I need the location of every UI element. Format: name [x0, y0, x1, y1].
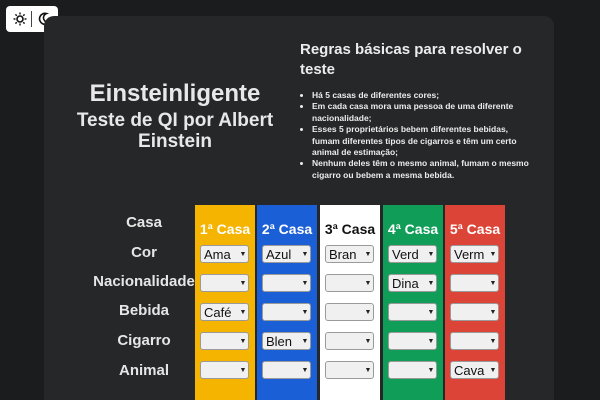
chevron-down-icon: ▼: [489, 337, 497, 345]
cigarro-select[interactable]: ▼: [325, 332, 374, 350]
house-column-4: 4ª Casa Verd ▼ Dina ▼ ▼ ▼ ▼: [383, 205, 443, 400]
house-column-5: 5ª Casa Verm ▼ ▼ ▼ ▼ Cava ▼: [445, 205, 505, 400]
select-value: Cava: [454, 362, 485, 378]
house-label: 3ª Casa: [324, 221, 376, 237]
sun-icon[interactable]: [12, 11, 28, 27]
select-value: Verm: [454, 246, 485, 262]
chevron-down-icon: ▼: [427, 337, 435, 345]
row-label-nacionalidade: Nacionalidade: [93, 273, 195, 290]
select-value: Bran: [329, 246, 357, 262]
bebida-select[interactable]: Café ▼: [200, 303, 249, 321]
house-column-1: 1ª Casa Ama ▼ ▼ Café ▼ ▼ ▼: [195, 205, 255, 400]
row-label-casa: Casa: [126, 214, 162, 231]
rule-item: Há 5 casas de diferentes cores;: [312, 90, 530, 101]
chevron-down-icon: ▼: [364, 308, 372, 316]
chevron-down-icon: ▼: [427, 250, 435, 258]
animal-select[interactable]: ▼: [200, 361, 249, 379]
cor-select[interactable]: Bran ▼: [325, 245, 374, 263]
cor-select[interactable]: Azul ▼: [262, 245, 311, 263]
chevron-down-icon: ▼: [427, 366, 435, 374]
chevron-down-icon: ▼: [364, 250, 372, 258]
house-label: 2ª Casa: [261, 221, 313, 237]
row-label-animal: Animal: [118, 362, 169, 379]
chevron-down-icon: ▼: [239, 366, 247, 374]
chevron-down-icon: ▼: [489, 279, 497, 287]
chevron-down-icon: ▼: [364, 366, 372, 374]
rule-item: Esses 5 proprietários bebem diferentes b…: [312, 124, 530, 158]
chevron-down-icon: ▼: [489, 308, 497, 316]
nacionalidade-select[interactable]: Dina ▼: [388, 274, 437, 292]
select-value: Dina: [392, 275, 419, 291]
nacionalidade-select[interactable]: ▼: [262, 274, 311, 292]
chevron-down-icon: ▼: [301, 279, 309, 287]
nacionalidade-select[interactable]: ▼: [450, 274, 499, 292]
rules-section: Regras básicas para resolver o teste Há …: [300, 40, 530, 181]
select-value: Ama: [204, 246, 231, 262]
house-label: 1ª Casa: [199, 221, 251, 237]
house-column-2: 2ª Casa Azul ▼ ▼ ▼ Blen ▼ ▼: [257, 205, 317, 400]
chevron-down-icon: ▼: [239, 308, 247, 316]
bebida-select[interactable]: ▼: [325, 303, 374, 321]
chevron-down-icon: ▼: [489, 366, 497, 374]
nacionalidade-select[interactable]: ▼: [325, 274, 374, 292]
animal-select[interactable]: ▼: [325, 361, 374, 379]
page-subtitle: Teste de QI por Albert Einstein: [76, 110, 274, 152]
row-label-cigarro: Cigarro: [117, 332, 171, 349]
rule-item: Em cada casa mora uma pessoa de uma dife…: [312, 101, 530, 124]
title-block: Einsteinligente Teste de QI por Albert E…: [62, 80, 288, 152]
chevron-down-icon: ▼: [239, 250, 247, 258]
rules-heading: Regras básicas para resolver o teste: [300, 41, 522, 78]
chevron-down-icon: ▼: [239, 279, 247, 287]
rules-list: Há 5 casas de diferentes cores; Em cada …: [300, 90, 530, 181]
cor-select[interactable]: Ama ▼: [200, 245, 249, 263]
animal-select[interactable]: Cava ▼: [450, 361, 499, 379]
select-value: Café: [204, 304, 232, 320]
animal-select[interactable]: ▼: [262, 361, 311, 379]
chevron-down-icon: ▼: [301, 250, 309, 258]
page-title: Einsteinligente: [89, 80, 261, 107]
house-column-3: 3ª Casa Bran ▼ ▼ ▼ ▼ ▼: [320, 205, 380, 400]
house-label: 5ª Casa: [449, 221, 501, 237]
chevron-down-icon: ▼: [489, 250, 497, 258]
rule-item: Nenhum deles têm o mesmo animal, fumam o…: [312, 158, 530, 181]
chevron-down-icon: ▼: [364, 337, 372, 345]
animal-select[interactable]: ▼: [388, 361, 437, 379]
cigarro-select[interactable]: ▼: [388, 332, 437, 350]
cor-select[interactable]: Verd ▼: [388, 245, 437, 263]
row-label-cor: Cor: [131, 244, 157, 261]
chevron-down-icon: ▼: [239, 337, 247, 345]
cigarro-select[interactable]: ▼: [200, 332, 249, 350]
chevron-down-icon: ▼: [301, 308, 309, 316]
chevron-down-icon: ▼: [427, 308, 435, 316]
select-value: Blen: [266, 333, 293, 349]
chevron-down-icon: ▼: [427, 279, 435, 287]
cigarro-select[interactable]: ▼: [450, 332, 499, 350]
bebida-select[interactable]: ▼: [262, 303, 311, 321]
chevron-down-icon: ▼: [364, 279, 372, 287]
select-value: Verd: [392, 246, 419, 262]
toggle-divider: [31, 11, 33, 27]
cor-select[interactable]: Verm ▼: [450, 245, 499, 263]
house-label: 4ª Casa: [387, 221, 439, 237]
chevron-down-icon: ▼: [301, 337, 309, 345]
bebida-select[interactable]: ▼: [388, 303, 437, 321]
chevron-down-icon: ▼: [301, 366, 309, 374]
cigarro-select[interactable]: Blen ▼: [262, 332, 311, 350]
bebida-select[interactable]: ▼: [450, 303, 499, 321]
row-label-bebida: Bebida: [118, 302, 169, 319]
select-value: Azul: [266, 246, 292, 262]
nacionalidade-select[interactable]: ▼: [200, 274, 249, 292]
